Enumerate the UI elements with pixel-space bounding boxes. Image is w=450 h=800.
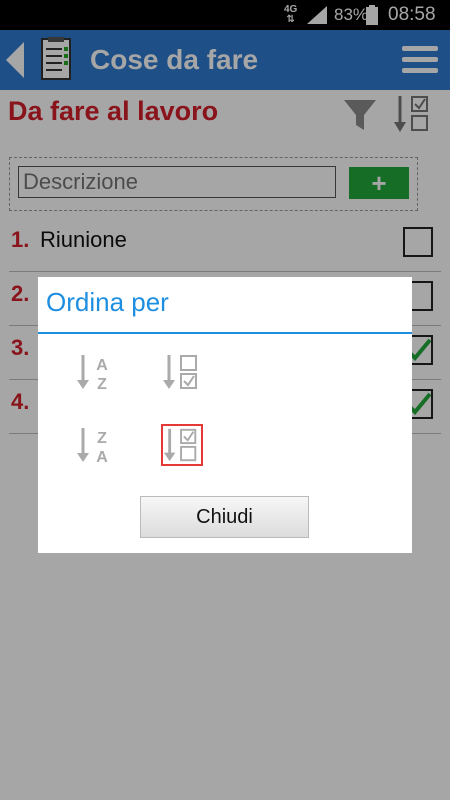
sort-alpha-desc-option[interactable]: Z A — [75, 424, 117, 466]
sort-checked-first-option[interactable] — [161, 424, 203, 466]
sort-unchecked-first-icon — [163, 355, 197, 389]
sort-checked-first-icon — [163, 428, 197, 462]
sort-alpha-asc-icon: A Z — [77, 355, 108, 392]
svg-text:A: A — [96, 449, 108, 465]
svg-text:A: A — [96, 357, 108, 374]
close-button[interactable]: Chiudi — [140, 496, 309, 538]
sort-alpha-desc-icon: Z A — [77, 428, 108, 465]
svg-text:Z: Z — [97, 376, 107, 392]
sort-dialog: Ordina per A Z Z A Chiudi — [38, 277, 412, 553]
sort-alpha-asc-option[interactable]: A Z — [75, 351, 117, 393]
dialog-divider — [38, 332, 412, 334]
dialog-title: Ordina per — [46, 287, 169, 317]
svg-text:Z: Z — [97, 430, 107, 447]
sort-unchecked-first-option[interactable] — [161, 351, 203, 393]
